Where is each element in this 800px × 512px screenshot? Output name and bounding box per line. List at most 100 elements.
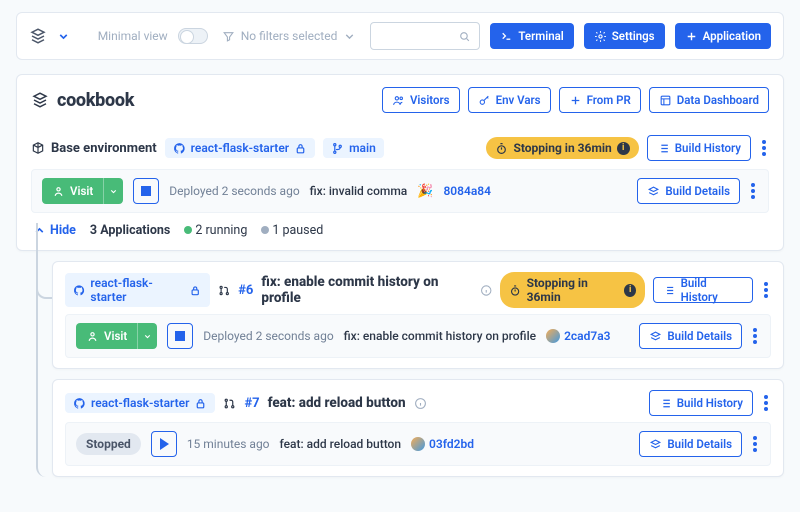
running-count: 2 running xyxy=(184,223,247,238)
build-menu-button[interactable] xyxy=(750,328,760,344)
app-body: Visit Deployed 2 seconds ago fix: enable… xyxy=(65,314,771,358)
visitors-button[interactable]: Visitors xyxy=(382,87,460,113)
lock-icon xyxy=(194,397,207,410)
app-logo xyxy=(29,27,47,45)
dashboard-icon xyxy=(659,94,672,107)
repo-chip[interactable]: react-flask-starter xyxy=(65,273,210,307)
build-menu-button[interactable] xyxy=(750,436,760,452)
list-icon xyxy=(659,397,672,410)
stopwatch-icon xyxy=(495,142,508,155)
info-outline-icon[interactable] xyxy=(480,284,492,297)
settings-button[interactable]: Settings xyxy=(584,23,665,49)
env-vars-button[interactable]: Env Vars xyxy=(468,87,551,113)
gear-icon xyxy=(594,30,607,43)
commit-hash[interactable]: 2cad7a3 xyxy=(546,329,610,343)
minimal-view-toggle[interactable] xyxy=(178,28,208,44)
dashboard-label: Data Dashboard xyxy=(677,93,759,107)
info-outline-icon[interactable] xyxy=(414,397,427,410)
avatar xyxy=(411,437,425,451)
info-icon[interactable]: i xyxy=(624,284,636,297)
env-menu-button[interactable] xyxy=(759,140,769,156)
minimal-view-label: Minimal view xyxy=(98,29,168,43)
repo-name: react-flask-starter xyxy=(191,141,289,155)
build-menu-button[interactable] xyxy=(748,183,758,199)
app-menu-button[interactable] xyxy=(761,282,771,298)
external-icon xyxy=(86,330,99,343)
list-icon xyxy=(663,284,675,297)
repo-chip[interactable]: react-flask-starter xyxy=(65,393,215,413)
apps-summary: Hide 3 Applications 2 running 1 paused xyxy=(31,213,769,240)
layers-icon xyxy=(647,185,660,198)
pr-title: fix: enable commit history on profile xyxy=(261,274,472,306)
filters-label: No filters selected xyxy=(241,29,338,43)
from-pr-label: From PR xyxy=(587,93,631,107)
topbar: Minimal view No filters selected Termina… xyxy=(16,12,784,60)
filters-dropdown[interactable]: No filters selected xyxy=(218,29,361,43)
commit-message: fix: invalid comma xyxy=(310,184,408,198)
visit-dropdown[interactable] xyxy=(137,323,157,349)
play-button[interactable] xyxy=(151,431,177,457)
repo-chip[interactable]: react-flask-starter xyxy=(165,138,315,158)
branch-chip[interactable]: main xyxy=(323,138,384,158)
github-icon xyxy=(73,284,85,297)
settings-label: Settings xyxy=(612,29,655,43)
terminal-button[interactable]: Terminal xyxy=(490,23,573,49)
stop-button[interactable] xyxy=(133,178,159,204)
commit-hash[interactable]: 8084a84 xyxy=(443,184,491,198)
terminal-icon xyxy=(500,30,513,43)
project-title: cookbook xyxy=(57,90,134,111)
layers-icon xyxy=(649,438,662,451)
lock-icon xyxy=(294,142,307,155)
base-env-body: Visit Deployed 2 seconds ago fix: invali… xyxy=(31,169,769,213)
build-history-button[interactable]: Build History xyxy=(647,135,751,161)
plus-icon xyxy=(685,30,698,43)
party-hat-icon: 🎉 xyxy=(417,184,433,199)
new-application-button[interactable]: Application xyxy=(675,23,771,49)
from-pr-button[interactable]: From PR xyxy=(559,87,641,113)
avatar xyxy=(546,329,560,343)
app-header: react-flask-starter #6 fix: enable commi… xyxy=(53,262,783,314)
search-icon xyxy=(458,30,471,43)
search-input[interactable] xyxy=(370,22,480,50)
pr-title: feat: add reload button xyxy=(268,395,406,411)
base-environment-section: Base environment react-flask-starter mai… xyxy=(17,125,783,250)
terminal-label: Terminal xyxy=(518,29,563,43)
status-pill-stopping: Stopping in 36min i xyxy=(486,137,638,159)
stopped-pill: Stopped xyxy=(76,433,141,455)
visit-button[interactable]: Visit xyxy=(42,178,103,204)
app-menu-button[interactable] xyxy=(761,395,771,411)
data-dashboard-button[interactable]: Data Dashboard xyxy=(649,87,769,113)
info-icon[interactable]: i xyxy=(617,142,630,155)
deployed-ago: 15 minutes ago xyxy=(187,437,270,451)
app-count: 3 Applications xyxy=(90,223,170,238)
app-header: react-flask-starter #7 feat: add reload … xyxy=(53,380,783,422)
stop-button[interactable] xyxy=(167,323,193,349)
build-details-button[interactable]: Build Details xyxy=(637,178,740,204)
pr-number[interactable]: #7 xyxy=(244,396,259,411)
people-icon xyxy=(392,94,405,107)
chevron-down-icon[interactable] xyxy=(57,30,70,43)
pull-request-icon xyxy=(223,397,236,410)
application-label: Application xyxy=(703,29,761,43)
visit-button[interactable]: Visit xyxy=(76,323,137,349)
visitors-label: Visitors xyxy=(410,93,450,107)
layers-icon xyxy=(649,330,662,343)
external-icon xyxy=(52,185,65,198)
build-history-button[interactable]: Build History xyxy=(649,390,753,416)
base-env-header: Base environment react-flask-starter mai… xyxy=(31,125,769,169)
paused-count: 1 paused xyxy=(261,223,323,238)
project-card: cookbook Visitors Env Vars From PR Data … xyxy=(16,74,784,251)
build-details-button[interactable]: Build Details xyxy=(639,323,742,349)
github-icon xyxy=(73,397,86,410)
commit-hash[interactable]: 03fd2bd xyxy=(411,437,474,451)
build-details-button[interactable]: Build Details xyxy=(639,431,742,457)
envvars-label: Env Vars xyxy=(496,93,541,107)
app-body: Stopped 15 minutes ago feat: add reload … xyxy=(65,422,771,466)
pr-number[interactable]: #6 xyxy=(238,283,253,298)
repo-name: react-flask-starter xyxy=(91,396,189,410)
build-history-button[interactable]: Build History xyxy=(653,277,753,303)
visit-dropdown[interactable] xyxy=(103,178,123,204)
app-card: react-flask-starter #6 fix: enable commi… xyxy=(52,261,784,369)
commit-message: fix: enable commit history on profile xyxy=(344,329,536,343)
key-icon xyxy=(478,94,491,107)
